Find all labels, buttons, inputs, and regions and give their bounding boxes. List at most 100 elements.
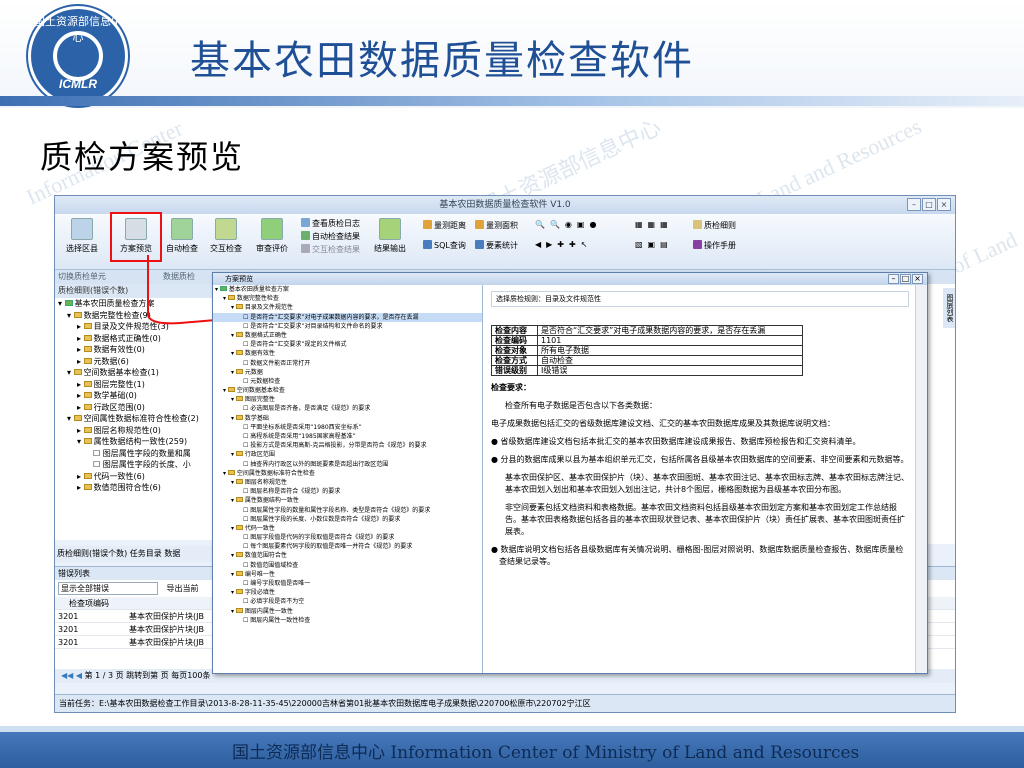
- edit-tools[interactable]: ▦▦▦: [635, 220, 673, 229]
- tree-leaf[interactable]: ☐ 必选图层是否齐备，是否满足《规范》的要求: [213, 404, 482, 413]
- manual-button[interactable]: 操作手册: [693, 240, 736, 251]
- tree-leaf[interactable]: ☐ 图层属性字段的数量和属: [55, 448, 226, 460]
- close-icon[interactable]: ×: [937, 198, 951, 211]
- requirement-bullet: ● 数据库说明文档包括各县级数据库有关情况说明、栅格图-图层对照说明、数据库数据…: [491, 545, 904, 566]
- select-county-button[interactable]: 选择区县: [59, 218, 105, 254]
- requirement-text: 电子成果数据包括汇交的省级数据库建设文档、汇交的基本农田数据库成果及其数据库说明…: [491, 419, 835, 428]
- minimize-icon[interactable]: –: [888, 274, 899, 284]
- tree-leaf[interactable]: ☐ 图层属性字段的数量和属性字段名称、类型是否符合《规范》的要求: [213, 506, 482, 515]
- tree-node[interactable]: ▾ 编号唯一性: [213, 570, 482, 579]
- tree-node[interactable]: ▾ 空间数据基本检查: [213, 386, 482, 395]
- tree-node[interactable]: ▾ 数据完整性检查: [213, 294, 482, 303]
- tree-node[interactable]: ▾ 图层完整性: [213, 395, 482, 404]
- requirement-text: 检查所有电子数据是否包含以下各类数据：: [505, 401, 657, 410]
- tree-node[interactable]: ▸ 元数据(6): [55, 356, 226, 368]
- tree-node[interactable]: ▾ 数学基础: [213, 414, 482, 423]
- tree-leaf[interactable]: ☐ 图层属性字段的长度、小: [55, 459, 226, 471]
- pan-tools[interactable]: ◀▶✚✚↖: [535, 240, 592, 249]
- tree-node[interactable]: ▾ 数据格式正确性: [213, 331, 482, 340]
- tree-node[interactable]: ▾ 属性数据结构一致性: [213, 496, 482, 505]
- tree-node[interactable]: ▸ 图层名称规范性(0): [55, 425, 226, 437]
- view-log-button[interactable]: 查看质检日志: [301, 218, 360, 229]
- layer-tools[interactable]: ▧▣▤: [635, 240, 673, 249]
- tree-node[interactable]: ▾ 元数据: [213, 368, 482, 377]
- tree-leaf[interactable]: ☐ 平面坐标系统是否采用“1980西安坐标系”: [213, 423, 482, 432]
- watermark: of Land: [947, 226, 1021, 279]
- tree-node[interactable]: ▸ 数学基础(0): [55, 390, 226, 402]
- tree-node[interactable]: ▾ 数据有效性: [213, 349, 482, 358]
- tree-node[interactable]: ▸ 行政区范围(0): [55, 402, 226, 414]
- logo-bottom-text: ICMLR: [59, 77, 97, 91]
- tree-node[interactable]: ▾ 图层内属性一致性: [213, 607, 482, 616]
- tree-leaf[interactable]: ☐ 图层内属性一致性检查: [213, 616, 482, 625]
- tree-leaf[interactable]: ☐ 编号字段取值是否唯一: [213, 579, 482, 588]
- minimize-icon[interactable]: –: [907, 198, 921, 211]
- tree-leaf-selected[interactable]: ☐ 是否符合“汇交要求”对电子成果数据内容的要求，是否存在丢漏: [213, 312, 482, 322]
- tree-leaf[interactable]: ☐ 数据文件能否正常打开: [213, 359, 482, 368]
- error-filter-select[interactable]: 显示全部错误: [58, 582, 158, 595]
- tree-node[interactable]: ▸ 数据有效性(0): [55, 344, 226, 356]
- dialog-title: 方案预览 – □ ×: [213, 273, 927, 285]
- check-rules-button[interactable]: 质检细则: [693, 220, 736, 231]
- tree-leaf[interactable]: ☐ 必填字段是否不为空: [213, 597, 482, 606]
- tree-node[interactable]: ▾ 图层名称规范性: [213, 478, 482, 487]
- tree-node[interactable]: ▾ 数值范围符合性: [213, 551, 482, 560]
- close-icon[interactable]: ×: [912, 274, 923, 284]
- interactive-result-button[interactable]: 交互检查结果: [301, 244, 360, 255]
- export-button[interactable]: 导出当前: [167, 584, 199, 593]
- tree-node[interactable]: ▾ 空间数据基本检查(1): [55, 367, 226, 379]
- slide-title: 基本农田数据质量检查软件: [190, 38, 694, 84]
- tree-node[interactable]: ▾ 目录及文件规范性: [213, 303, 482, 312]
- left-tabs[interactable]: 质检细则(错误个数) 任务目录 数据: [55, 546, 227, 562]
- tree-node[interactable]: ▾ 空间属性数据标准符合性检查: [213, 469, 482, 478]
- plan-preview-dialog: 方案预览 – □ × ▾ 基本农田质量检查方案 ▾ 数据完整性检查 ▾ 目录及文件规…: [212, 272, 928, 674]
- result-output-button[interactable]: 结果输出: [367, 218, 413, 254]
- dialog-scrollbar[interactable]: [915, 285, 927, 673]
- tree-leaf[interactable]: ☐ 高程系统是否采用“1985国家高程基准”: [213, 432, 482, 441]
- tree-leaf[interactable]: ☐ 抽查界内行政区以外的图斑要素是否超出行政区范围: [213, 460, 482, 469]
- tree-node[interactable]: ▾ 基本农田质量检查方案: [213, 285, 482, 294]
- header-bar: [0, 96, 1024, 106]
- rule-info-table: 检查内容 是否符合“汇交要求”对电子成果数据内容的要求，是否存在丢漏 检查编码 11…: [491, 325, 803, 376]
- tree-node[interactable]: ▾ 空间属性数据标准符合性检查(2): [55, 413, 226, 425]
- rule-select[interactable]: 选择质检规则：目录及文件规范性: [491, 291, 909, 307]
- map-pane: 图层列表: [927, 284, 955, 544]
- tree-node[interactable]: ▾ 字段必填性: [213, 588, 482, 597]
- auto-check-button[interactable]: 自动检查: [159, 218, 205, 254]
- tree-leaf[interactable]: ☐ 是否符合“汇交要求”对目录结构和文件命名的要求: [213, 322, 482, 331]
- table-row: 检查方式 自动检查: [491, 355, 803, 366]
- maximize-icon[interactable]: □: [922, 198, 936, 211]
- measure-area-button[interactable]: 量测面积: [475, 220, 518, 231]
- tree-node[interactable]: ▾ 行政区范围: [213, 450, 482, 459]
- tree-node[interactable]: ▸ 代码一致性(6): [55, 471, 226, 483]
- tree-leaf[interactable]: ☐ 每个图层要素代码字段的取值是否唯一并符合《规范》的要求: [213, 542, 482, 551]
- tree-leaf[interactable]: ☐ 图层属性字段的长度、小数位数是否符合《规范》的要求: [213, 515, 482, 524]
- sql-query-button[interactable]: SQL查询: [423, 240, 466, 251]
- review-button[interactable]: 审查评价: [249, 218, 295, 254]
- tree-leaf[interactable]: ☐ 元数据检查: [213, 377, 482, 386]
- measure-distance-button[interactable]: 量测距离: [423, 220, 466, 231]
- icmlr-logo: 国土资源部信息中心 ICMLR: [28, 6, 128, 106]
- tree-leaf[interactable]: ☐ 图层字段值是代码的字段取值是否符合《规范》的要求: [213, 533, 482, 542]
- requirement-title: 检查要求：: [491, 383, 531, 392]
- tree-leaf[interactable]: ☐ 是否符合“汇交要求”规定的文件格式: [213, 340, 482, 349]
- tree-leaf[interactable]: ☐ 投影方式是否采用高斯-克吕格投影，分带是否符合《规范》的要求: [213, 441, 482, 450]
- footer-text: 国土资源部信息中心 Information Center of Ministry…: [232, 743, 860, 763]
- tree-node[interactable]: ▸ 图层完整性(1): [55, 379, 226, 391]
- auto-result-button[interactable]: 自动检查结果: [301, 231, 360, 242]
- requirement-bullet: ● 省级数据库建设文档包括本批汇交的基本农田数据库建设成果报告、数据库预检报告和…: [491, 437, 861, 446]
- requirement-text: 非空间要素包括文档资料和表格数据。基本农田文档资料包括县级基本农田划定方案和基本…: [505, 503, 905, 536]
- maximize-icon[interactable]: □: [900, 274, 911, 284]
- tree-node[interactable]: ▾ 属性数据结构一致性(259): [55, 436, 226, 448]
- dialog-rule-tree: ▾ 基本农田质量检查方案 ▾ 数据完整性检查 ▾ 目录及文件规范性 ☐ 是否符合…: [213, 285, 483, 673]
- tree-leaf[interactable]: ☐ 数值范围值域检查: [213, 561, 482, 570]
- interactive-check-button[interactable]: 交互检查: [203, 218, 249, 254]
- tree-node[interactable]: ▸ 数值范围符合性(6): [55, 482, 226, 494]
- tree-node[interactable]: ▾ 代码一致性: [213, 524, 482, 533]
- layer-list-tab[interactable]: 图层列表: [943, 288, 955, 328]
- zoom-tools[interactable]: 🔍🔍◉▣●: [535, 220, 601, 229]
- feature-stats-button[interactable]: 要素统计: [475, 240, 518, 251]
- table-row: 检查内容 是否符合“汇交要求”对电子成果数据内容的要求，是否存在丢漏: [491, 325, 803, 336]
- table-row: 错误级别 Ⅰ级错误: [491, 365, 803, 376]
- tree-leaf[interactable]: ☐ 图层名称是否符合《规范》的要求: [213, 487, 482, 496]
